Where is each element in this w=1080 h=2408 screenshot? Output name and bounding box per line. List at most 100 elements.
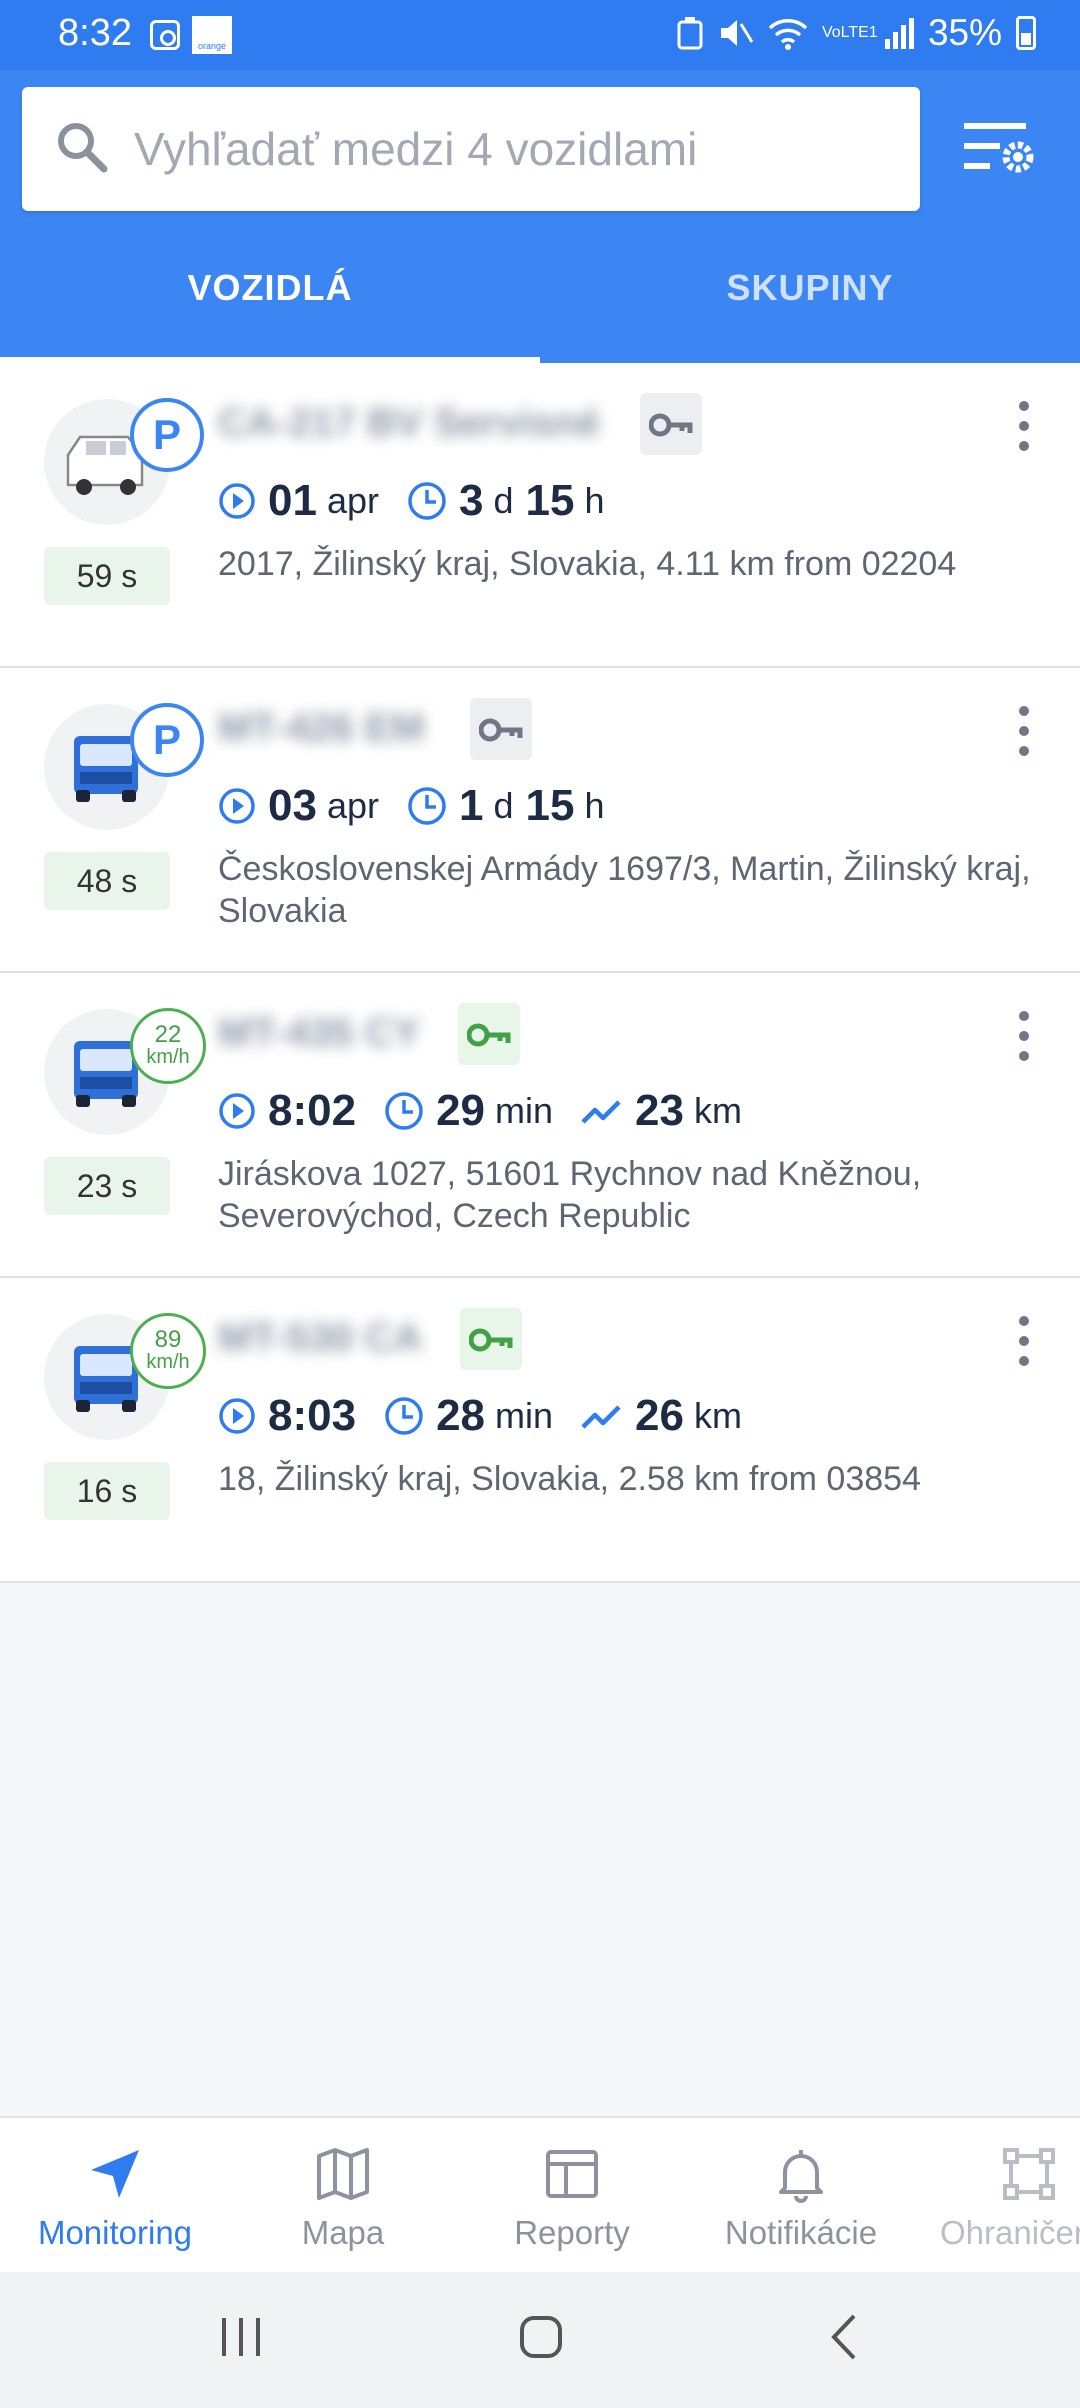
vehicle-row[interactable]: 22 km/h 23 s MT-435 CY 8:02 29 min 23 km bbox=[0, 973, 1080, 1278]
ignition-off-icon bbox=[470, 698, 532, 760]
last-update-badge: 48 s bbox=[44, 852, 170, 910]
vehicle-name: CA-217 BV Servisné bbox=[218, 401, 601, 445]
clock-icon bbox=[408, 482, 446, 520]
back-icon[interactable] bbox=[820, 2312, 870, 2362]
ignition-on-icon bbox=[460, 1308, 522, 1370]
bottom-navigation: Monitoring Mapa Reporty Notifikácie Ohra… bbox=[0, 2116, 1080, 2272]
clock-icon bbox=[385, 1092, 423, 1130]
home-icon[interactable] bbox=[516, 2312, 566, 2362]
start-value: 01 bbox=[268, 476, 317, 525]
duration-hours-unit: h bbox=[584, 785, 605, 826]
more-options-button[interactable] bbox=[1010, 706, 1038, 766]
screenshot-status-icon bbox=[150, 20, 180, 50]
nav-monitoring[interactable]: Monitoring bbox=[0, 2118, 230, 2272]
vehicle-address: 18, Žilinský kraj, Slovakia, 2.58 km fro… bbox=[218, 1460, 921, 1498]
duration-days-unit: d bbox=[493, 480, 514, 521]
battery-percent: 35% bbox=[927, 12, 1002, 53]
nav-geofences[interactable]: Ohraničenia bbox=[914, 2118, 1080, 2272]
vehicle-row[interactable]: P 59 s CA-217 BV Servisné 01 apr 3 d 15 … bbox=[0, 363, 1080, 668]
distance-unit: km bbox=[694, 1395, 742, 1436]
start-unit: apr bbox=[326, 480, 379, 521]
trip-stats: 8:02 29 min 23 km bbox=[218, 1083, 770, 1139]
nav-label: Mapa bbox=[301, 2214, 385, 2251]
distance-stat: 26 km bbox=[581, 1391, 742, 1441]
system-navigation-bar bbox=[0, 2272, 1080, 2408]
speed-badge: 89 km/h bbox=[130, 1313, 206, 1389]
more-options-button[interactable] bbox=[1010, 1011, 1038, 1071]
nav-reports[interactable]: Reporty bbox=[457, 2118, 687, 2272]
map-icon bbox=[317, 2148, 369, 2200]
play-circle-icon bbox=[219, 788, 255, 824]
ignition-on-icon bbox=[458, 1003, 520, 1065]
status-bar: 8:32 orange VoLTE1 35% bbox=[0, 0, 1080, 70]
speed-value: 22 bbox=[154, 1021, 182, 1048]
trend-line-icon bbox=[581, 1401, 623, 1431]
duration-stat: 29 min bbox=[384, 1086, 553, 1136]
speed-unit: km/h bbox=[146, 1351, 190, 1373]
speed-value: 89 bbox=[154, 1326, 182, 1353]
start-value: 8:02 bbox=[268, 1086, 357, 1135]
signal-icon bbox=[884, 18, 914, 49]
network-label: VoLTE1 bbox=[821, 24, 878, 41]
vehicle-address: Československej Armády 1697/3, Martin, Ž… bbox=[218, 850, 1031, 930]
distance-stat: 23 km bbox=[581, 1086, 742, 1136]
more-options-button[interactable] bbox=[1010, 1316, 1038, 1376]
app-header: VOZIDLÁ SKUPINY bbox=[0, 70, 1080, 363]
last-update-badge: 59 s bbox=[44, 547, 170, 605]
trip-stats: 8:03 28 min 26 km bbox=[218, 1388, 770, 1444]
trip-stats: 01 apr 3 d 15 h bbox=[218, 473, 632, 529]
duration-value: 29 bbox=[436, 1086, 486, 1135]
duration-value: 28 bbox=[436, 1391, 486, 1440]
clock-icon bbox=[408, 787, 446, 825]
play-circle-icon bbox=[219, 483, 255, 519]
start-unit: apr bbox=[326, 785, 379, 826]
geofence-icon bbox=[1003, 2148, 1055, 2200]
duration-hours-unit: h bbox=[584, 480, 605, 521]
recycle-icon bbox=[677, 17, 703, 50]
parked-badge: P bbox=[130, 703, 204, 777]
nav-notifications[interactable]: Notifikácie bbox=[686, 2118, 916, 2272]
start-stat: 8:02 bbox=[218, 1086, 356, 1136]
duration-hours: 15 bbox=[525, 781, 575, 830]
battery-icon bbox=[1016, 16, 1036, 50]
search-box[interactable] bbox=[22, 87, 920, 211]
start-stat: 01 apr bbox=[218, 476, 379, 526]
duration-hours: 15 bbox=[525, 476, 575, 525]
duration-stat: 3 d 15 h bbox=[407, 476, 605, 526]
report-table-icon bbox=[546, 2150, 598, 2198]
search-input[interactable] bbox=[134, 87, 894, 211]
duration-unit: min bbox=[495, 1090, 554, 1131]
carrier-logo: orange bbox=[192, 16, 232, 54]
play-circle-icon bbox=[219, 1093, 255, 1129]
start-stat: 8:03 bbox=[218, 1391, 356, 1441]
tab-vehicles[interactable]: VOZIDLÁ bbox=[0, 267, 540, 309]
distance-value: 26 bbox=[635, 1391, 684, 1440]
duration-stat: 1 d 15 h bbox=[407, 781, 605, 831]
clock-icon bbox=[385, 1397, 423, 1435]
last-update-badge: 23 s bbox=[44, 1157, 170, 1215]
vehicle-name: MT-530 CA bbox=[218, 1316, 423, 1360]
tab-groups[interactable]: SKUPINY bbox=[540, 267, 1080, 309]
start-value: 03 bbox=[268, 781, 317, 830]
vehicle-row[interactable]: 89 km/h 16 s MT-530 CA 8:03 28 min 26 km bbox=[0, 1278, 1080, 1583]
start-stat: 03 apr bbox=[218, 781, 379, 831]
duration-days: 3 bbox=[458, 476, 484, 525]
last-update-badge: 16 s bbox=[44, 1462, 170, 1520]
vehicle-list: P 59 s CA-217 BV Servisné 01 apr 3 d 15 … bbox=[0, 363, 1080, 1583]
vehicle-name: MT-435 CY bbox=[218, 1011, 421, 1055]
distance-value: 23 bbox=[635, 1086, 684, 1135]
vehicle-row[interactable]: P 48 s MT-426 EM 03 apr 1 d 15 h Českosl… bbox=[0, 668, 1080, 973]
duration-stat: 28 min bbox=[384, 1391, 553, 1441]
trend-line-icon bbox=[581, 1096, 623, 1126]
nav-label: Ohraničenia bbox=[940, 2214, 1080, 2251]
nav-label: Notifikácie bbox=[724, 2214, 878, 2251]
duration-days-unit: d bbox=[493, 785, 514, 826]
list-settings-icon[interactable] bbox=[960, 115, 1040, 185]
nav-map[interactable]: Mapa bbox=[228, 2118, 458, 2272]
recent-apps-icon[interactable] bbox=[216, 2312, 266, 2362]
bell-icon bbox=[779, 2150, 823, 2203]
search-icon bbox=[58, 123, 108, 173]
more-options-button[interactable] bbox=[1010, 401, 1038, 461]
parked-badge: P bbox=[130, 398, 204, 472]
status-indicators: VoLTE1 35% bbox=[676, 12, 1036, 54]
